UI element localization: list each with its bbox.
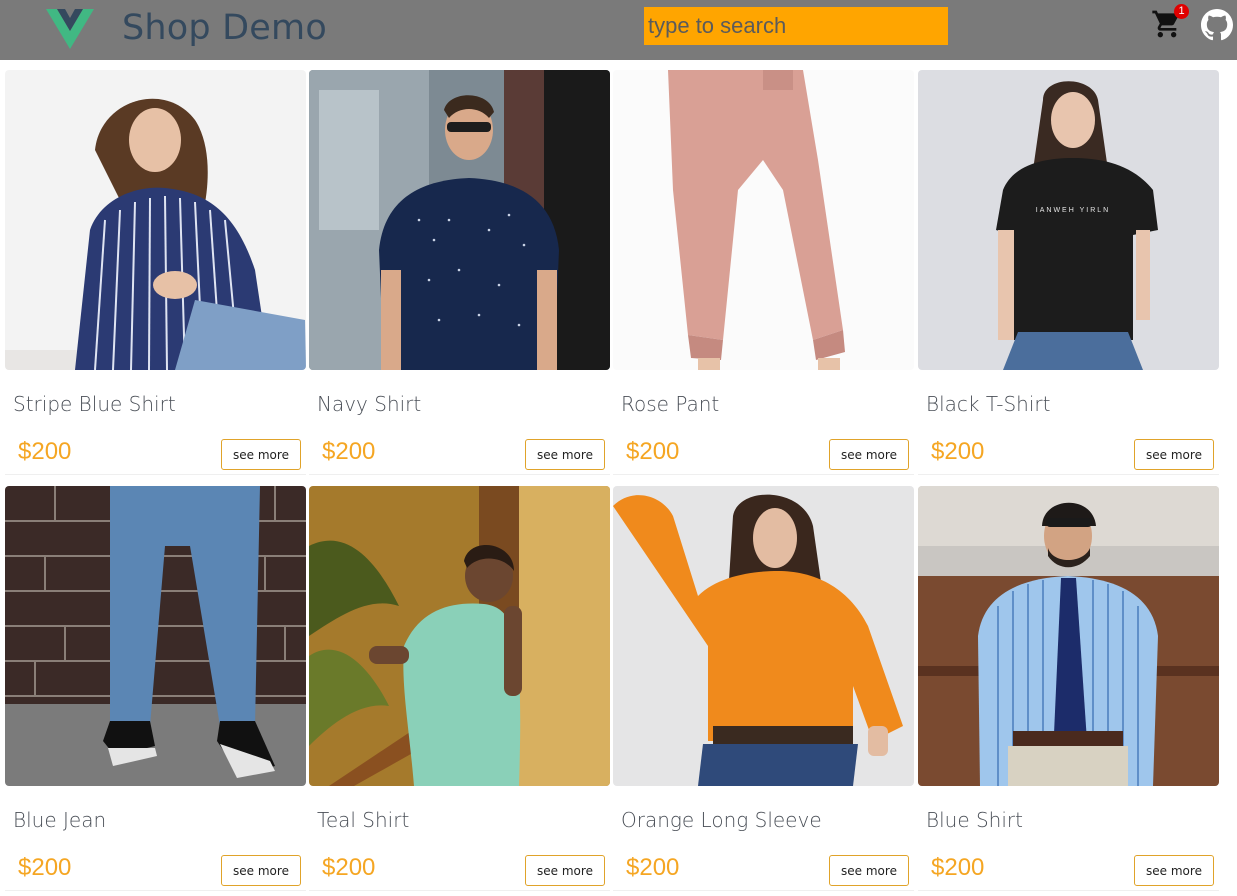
product-name: Black T-Shirt xyxy=(926,392,1051,416)
brand-title[interactable]: Shop Demo xyxy=(122,8,327,48)
product-card: Rose Pant $200 see more xyxy=(613,70,914,480)
product-name: Orange Long Sleeve xyxy=(621,808,822,832)
product-image[interactable] xyxy=(613,486,914,786)
see-more-button[interactable]: see more xyxy=(829,439,909,470)
product-name: Navy Shirt xyxy=(317,392,422,416)
card-divider xyxy=(918,474,1219,475)
see-more-button[interactable]: see more xyxy=(829,855,909,886)
see-more-button[interactable]: see more xyxy=(1134,439,1214,470)
github-icon[interactable] xyxy=(1201,9,1233,41)
see-more-button[interactable]: see more xyxy=(221,439,301,470)
product-price: $200 xyxy=(931,854,985,881)
product-name: Blue Shirt xyxy=(926,808,1023,832)
product-card: Orange Long Sleeve $200 see more xyxy=(613,486,914,896)
see-more-button[interactable]: see more xyxy=(525,439,605,470)
product-card: Stripe Blue Shirt $200 see more xyxy=(5,70,306,480)
product-image[interactable] xyxy=(309,70,610,370)
product-image[interactable]: IANWEH YIRLN xyxy=(918,70,1219,370)
product-price: $200 xyxy=(18,438,72,465)
product-card: Blue Jean $200 see more xyxy=(5,486,306,896)
see-more-button[interactable]: see more xyxy=(1134,855,1214,886)
product-name: Blue Jean xyxy=(13,808,107,832)
product-image[interactable] xyxy=(5,70,306,370)
product-card: Navy Shirt $200 see more xyxy=(309,70,610,480)
vue-logo[interactable] xyxy=(46,9,94,49)
product-name: Teal Shirt xyxy=(317,808,410,832)
product-image[interactable] xyxy=(918,486,1219,786)
product-price: $200 xyxy=(626,438,680,465)
product-image[interactable] xyxy=(613,70,914,370)
see-more-button[interactable]: see more xyxy=(525,855,605,886)
search-input[interactable] xyxy=(644,7,948,45)
top-navbar: Shop Demo 1 xyxy=(0,0,1237,60)
product-image[interactable] xyxy=(5,486,306,786)
cart-count-badge: 1 xyxy=(1174,4,1189,19)
product-price: $200 xyxy=(322,854,376,881)
card-divider xyxy=(5,474,306,475)
product-price: $200 xyxy=(931,438,985,465)
product-name: Rose Pant xyxy=(621,392,720,416)
product-price: $200 xyxy=(18,854,72,881)
product-name: Stripe Blue Shirt xyxy=(13,392,176,416)
product-price: $200 xyxy=(322,438,376,465)
card-divider xyxy=(309,474,610,475)
product-price: $200 xyxy=(626,854,680,881)
svg-text:IANWEH YIRLN: IANWEH YIRLN xyxy=(1036,207,1110,214)
see-more-button[interactable]: see more xyxy=(221,855,301,886)
product-image[interactable] xyxy=(309,486,610,786)
product-card: Blue Shirt $200 see more xyxy=(918,486,1219,896)
product-card: IANWEH YIRLN Black T-Shirt $200 see more xyxy=(918,70,1219,480)
product-card: Teal Shirt $200 see more xyxy=(309,486,610,896)
card-divider xyxy=(613,474,914,475)
